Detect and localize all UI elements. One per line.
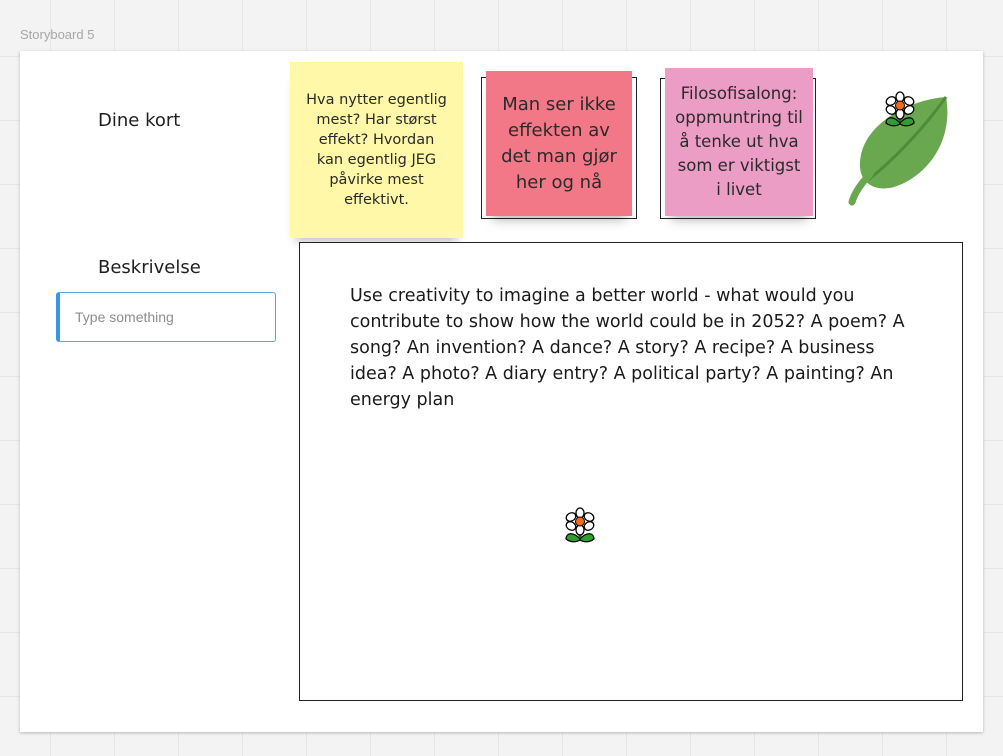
description-text: Use creativity to imagine a better world… — [350, 286, 905, 410]
card-sticky-note[interactable]: Man ser ikke effekten av det man gjør he… — [486, 71, 632, 216]
frame-title[interactable]: Storyboard 5 — [20, 27, 94, 42]
card-text: Hva nytter egentlig mest? Har størst eff… — [306, 92, 447, 208]
description-label: Beskrivelse — [98, 257, 201, 278]
daisy-flower-icon[interactable] — [883, 91, 917, 129]
card-sticky-note[interactable]: Hva nytter egentlig mest? Har størst eff… — [290, 62, 463, 238]
description-input-field[interactable] — [56, 292, 276, 342]
card-text: Man ser ikke effekten av det man gjør he… — [501, 93, 617, 193]
cards-label: Dine kort — [98, 110, 181, 131]
description-box[interactable]: Use creativity to imagine a better world… — [299, 242, 963, 701]
card-sticky-note[interactable]: Filosofisalong: oppmuntring til å tenke … — [665, 68, 813, 216]
card-text: Filosofisalong: oppmuntring til å tenke … — [675, 84, 803, 199]
daisy-flower-icon[interactable] — [563, 507, 597, 545]
description-input[interactable] — [73, 308, 267, 326]
